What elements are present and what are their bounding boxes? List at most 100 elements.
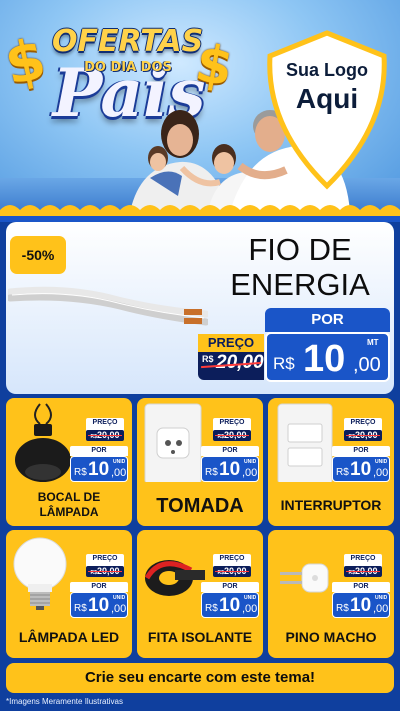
featured-price: R$ 10 ,00 MT	[265, 332, 390, 382]
strikethrough-line	[88, 435, 122, 436]
price-currency: R$	[205, 467, 218, 478]
product-card-pino-macho[interactable]: PREÇO R$20,00 POR R$ 10 ,00 UNID PINO MA…	[268, 530, 394, 658]
price: R$ 10 ,00 UNID	[70, 592, 128, 618]
por-label: POR	[332, 446, 390, 456]
price: R$ 10 ,00 UNID	[201, 456, 259, 482]
old-price: R$20,00	[344, 430, 382, 441]
strikethrough-line	[215, 435, 249, 436]
electrical-tape-icon	[144, 560, 205, 596]
product-name-line1: TOMADA	[156, 495, 244, 517]
price-currency: R$	[336, 603, 349, 614]
product-name-line1: FITA ISOLANTE	[147, 629, 253, 645]
disclaimer: *Imagens Meramente Ilustrativas	[6, 697, 123, 706]
price-integer: 10	[350, 459, 372, 480]
price-decimal: ,00	[242, 603, 258, 615]
price-decimal: ,00	[111, 603, 127, 615]
product-name: PINO MACHO	[268, 628, 394, 646]
price-unit: UNID	[375, 459, 388, 465]
por-label: POR	[70, 582, 128, 592]
product-name-line1: PINO MACHO	[285, 629, 377, 645]
old-price: R$20,00	[86, 430, 124, 441]
price-integer: 10	[303, 338, 346, 380]
featured-title-line1: FIO DE	[248, 232, 352, 267]
price-currency: R$	[74, 467, 87, 478]
strikethrough-line	[346, 435, 380, 436]
featured-product-title: FIO DE ENERGIA	[212, 232, 388, 302]
product-card-bocal[interactable]: PREÇO R$20,00 POR R$ 10 ,00 UNID BOCAL D…	[6, 398, 132, 526]
product-name: FITA ISOLANTE	[137, 628, 263, 646]
led-bulb-icon	[13, 537, 67, 610]
strikethrough-line	[346, 571, 380, 572]
price-unit: UNID	[244, 459, 257, 465]
old-price: R$20,00	[86, 566, 124, 577]
preco-text: PREÇO	[350, 419, 376, 426]
price-decimal: ,00	[353, 354, 381, 376]
por-label: POR	[70, 446, 128, 456]
price: R$ 10 ,00 UNID	[332, 456, 390, 482]
price-unit: UNID	[113, 459, 126, 465]
featured-title-line2: ENERGIA	[230, 267, 370, 302]
price-unit: UNID	[113, 595, 126, 601]
price: R$ 10 ,00 UNID	[332, 592, 390, 618]
price-unit: UNID	[375, 595, 388, 601]
product-card-lampada-led[interactable]: PREÇO R$20,00 POR R$ 10 ,00 UNID LÂMPADA…	[6, 530, 132, 658]
price-currency: R$	[205, 603, 218, 614]
por-label: POR	[201, 582, 259, 592]
cta-banner[interactable]: Crie seu encarte com este tema!	[6, 663, 394, 693]
price-decimal: ,00	[111, 467, 127, 479]
por-label: POR	[201, 446, 259, 456]
headline-ofertas: OFERTAS	[52, 24, 204, 59]
price-integer: 10	[219, 459, 241, 480]
product-name-line1: LÂMPADA LED	[18, 629, 120, 645]
old-price: R$20,00	[344, 566, 382, 577]
discount-badge: -50%	[10, 236, 66, 274]
lamp-socket-icon	[15, 403, 71, 482]
product-name: TOMADA	[137, 494, 263, 518]
price-integer: 10	[88, 595, 110, 616]
product-card-fita-isolante[interactable]: PREÇO R$20,00 POR R$ 10 ,00 UNID FITA IS…	[137, 530, 263, 658]
preco-text: PREÇO	[219, 419, 245, 426]
plug-icon	[280, 563, 329, 593]
featured-por-label: POR	[265, 308, 390, 332]
preco-text: PREÇO	[92, 419, 118, 426]
power-cable-icon	[8, 286, 208, 326]
price: R$ 10 ,00 UNID	[201, 592, 259, 618]
scallop-divider	[0, 205, 400, 222]
price-integer: 10	[88, 459, 110, 480]
price-unit: MT	[367, 338, 379, 347]
preco-text: PREÇO	[92, 555, 118, 562]
price: R$ 10 ,00 UNID	[70, 456, 128, 482]
price-integer: 10	[219, 595, 241, 616]
strikethrough-line	[215, 571, 249, 572]
product-name-line1: INTERRUPTOR	[280, 497, 382, 513]
old-price: R$20,00	[213, 430, 251, 441]
headline-do-dia-dos: DO DIA DOS	[84, 60, 172, 75]
switch-icon	[277, 403, 333, 482]
price-decimal: ,00	[373, 603, 389, 615]
product-card-tomada[interactable]: PREÇO R$20,00 POR R$ 10 ,00 UNID TOMADA	[137, 398, 263, 526]
old-currency: R$	[202, 354, 214, 364]
product-card-interruptor[interactable]: PREÇO R$20,00 POR R$ 10 ,00 UNID INTERRU…	[268, 398, 394, 526]
logo-line1: Sua Logo	[286, 60, 368, 80]
price-currency: R$	[74, 603, 87, 614]
outlet-icon	[144, 403, 202, 482]
strikethrough-line	[88, 571, 122, 572]
product-name-line1: BOCAL DE	[37, 490, 101, 504]
price-unit: UNID	[244, 595, 257, 601]
price-currency: R$	[273, 354, 295, 373]
logo-placeholder: Sua Logo Aqui	[264, 60, 390, 115]
price-decimal: ,00	[242, 467, 258, 479]
product-name: LÂMPADA LED	[6, 628, 132, 646]
preco-text: PREÇO	[219, 555, 245, 562]
featured-old-price: PREÇO R$ 20,00	[198, 334, 264, 380]
old-price: R$20,00	[213, 566, 251, 577]
featured-preco-label: PREÇO	[198, 334, 264, 352]
preco-text: PREÇO	[350, 555, 376, 562]
por-label: POR	[332, 582, 390, 592]
logo-line2: Aqui	[295, 83, 359, 114]
product-name: INTERRUPTOR	[268, 496, 394, 514]
product-name-line2: LÂMPADA	[39, 505, 99, 519]
price-integer: 10	[350, 595, 372, 616]
price-currency: R$	[336, 467, 349, 478]
price-decimal: ,00	[373, 467, 389, 479]
